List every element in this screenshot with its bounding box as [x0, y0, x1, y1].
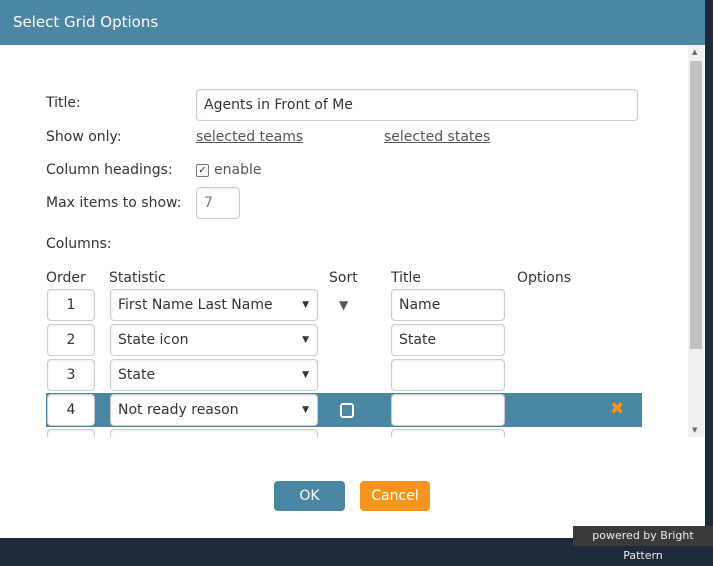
selected-states-link[interactable]: selected states — [384, 129, 490, 145]
scrollbar[interactable]: ▲ ▼ — [688, 45, 704, 437]
dialog-title: Select Grid Options — [0, 0, 705, 45]
title-input[interactable] — [391, 359, 505, 391]
dropdown-caret-icon: ▼ — [302, 405, 309, 415]
column-headings-label: Column headings: — [46, 162, 173, 178]
header-options: Options — [517, 270, 572, 286]
max-items-label: Max items to show: — [46, 195, 182, 211]
column-row — [46, 428, 642, 437]
title-input[interactable]: Agents in Front of Me — [196, 89, 638, 121]
enable-checkbox[interactable]: ✓ — [196, 164, 209, 177]
show-only-label: Show only: — [46, 129, 122, 145]
header-order: Order — [46, 270, 86, 286]
order-input[interactable]: 2 — [47, 324, 95, 356]
column-row: 3 State ▼ — [46, 358, 642, 392]
title-input[interactable] — [391, 429, 505, 437]
select-grid-options-dialog: Select Grid Options Title: Agents in Fro… — [0, 0, 705, 538]
statistic-value: Not ready reason — [118, 402, 239, 418]
powered-by-label: powered by Bright Pattern — [573, 526, 713, 562]
title-input[interactable] — [391, 394, 505, 426]
statistic-select[interactable]: Not ready reason ▼ — [110, 394, 318, 426]
title-label: Title: — [46, 95, 81, 111]
title-input[interactable]: Name — [391, 289, 505, 321]
statistic-select[interactable] — [110, 429, 318, 437]
dialog-body: Title: Agents in Front of Me Show only: … — [0, 45, 688, 437]
statistic-select[interactable]: State icon ▼ — [110, 324, 318, 356]
sort-toggle-icon[interactable] — [340, 403, 354, 418]
cancel-button[interactable]: Cancel — [360, 481, 430, 511]
column-row: 1 First Name Last Name ▼ ▼ Name — [46, 288, 642, 322]
remove-column-icon[interactable]: ✖ — [610, 399, 624, 419]
max-items-input[interactable]: 7 — [196, 187, 240, 219]
ok-button[interactable]: OK — [274, 481, 345, 511]
statistic-select[interactable]: State ▼ — [110, 359, 318, 391]
title-input[interactable]: State — [391, 324, 505, 356]
selected-teams-link[interactable]: selected teams — [196, 129, 303, 145]
order-input[interactable] — [47, 429, 95, 437]
sort-descending-icon[interactable]: ▼ — [339, 298, 348, 312]
dropdown-caret-icon: ▼ — [302, 300, 309, 310]
dropdown-caret-icon: ▼ — [302, 370, 309, 380]
statistic-value: State icon — [118, 332, 189, 348]
dropdown-caret-icon: ▼ — [302, 335, 309, 345]
column-row-selected[interactable]: 4 Not ready reason ▼ ✖ — [46, 393, 642, 427]
scroll-up-icon[interactable]: ▲ — [692, 48, 697, 56]
header-statistic: Statistic — [109, 270, 166, 286]
header-sort: Sort — [329, 270, 358, 286]
order-input[interactable]: 3 — [47, 359, 95, 391]
header-title: Title — [391, 270, 422, 286]
enable-label: enable — [214, 162, 262, 178]
columns-label: Columns: — [46, 236, 112, 252]
column-row: 2 State icon ▼ State — [46, 323, 642, 357]
order-input[interactable]: 1 — [47, 289, 95, 321]
order-input[interactable]: 4 — [47, 394, 95, 426]
scroll-down-icon[interactable]: ▼ — [692, 426, 697, 434]
statistic-value: First Name Last Name — [118, 297, 273, 313]
statistic-select[interactable]: First Name Last Name ▼ — [110, 289, 318, 321]
statistic-value: State — [118, 367, 156, 383]
scrollbar-thumb[interactable] — [690, 61, 702, 349]
